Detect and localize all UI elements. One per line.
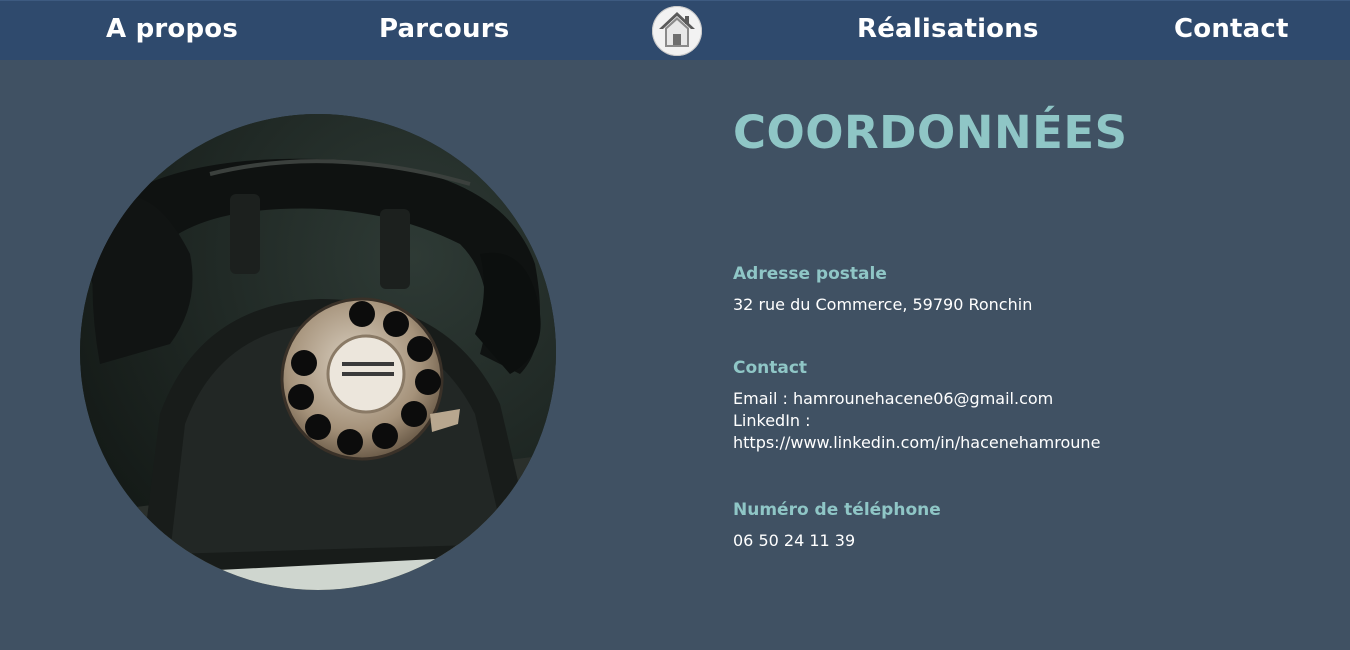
nav-link-a-propos[interactable]: A propos xyxy=(106,14,238,44)
email-value: Email : hamrounehacene06@gmail.com xyxy=(733,389,1054,408)
address-value: 32 rue du Commerce, 59790 Ronchin xyxy=(733,295,1033,314)
navbar: A propos Parcours Réalisations Contact xyxy=(0,0,1350,60)
house-icon xyxy=(659,12,695,47)
contact-heading: Contact xyxy=(733,358,808,378)
home-button[interactable] xyxy=(652,6,702,56)
phone-heading: Numéro de téléphone xyxy=(733,500,941,520)
phone-value: 06 50 24 11 39 xyxy=(733,531,856,550)
nav-link-realisations[interactable]: Réalisations xyxy=(857,14,1039,44)
telephone-image xyxy=(80,114,556,590)
linkedin-link[interactable]: https://www.linkedin.com/in/hacenehamrou… xyxy=(733,432,1100,454)
nav-link-contact[interactable]: Contact xyxy=(1174,14,1289,44)
linkedin-label: LinkedIn : xyxy=(733,411,811,430)
address-heading: Adresse postale xyxy=(733,264,887,284)
page-title: COORDONNÉES xyxy=(733,106,1128,159)
nav-link-parcours[interactable]: Parcours xyxy=(379,14,509,44)
